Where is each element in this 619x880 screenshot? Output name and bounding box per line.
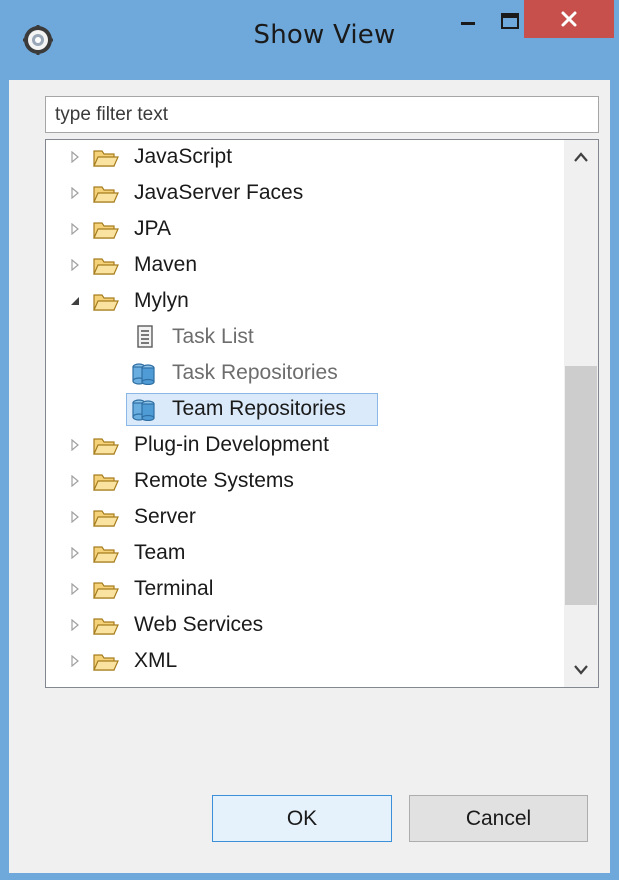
expand-arrow-icon[interactable]	[69, 619, 81, 631]
tree-item-label: Mylyn	[134, 289, 189, 312]
tree-item-mylyn[interactable]: Mylyn	[46, 284, 564, 318]
tree-item-label: Task Repositories	[172, 361, 338, 384]
tree-item-maven[interactable]: Maven	[46, 248, 564, 282]
folder-icon	[93, 654, 119, 671]
folder-icon	[93, 618, 119, 635]
tree-item-team[interactable]: Team	[46, 536, 564, 570]
tree-item-label: JavaScript	[134, 145, 233, 168]
tree-item-team-repositories[interactable]: Team Repositories	[46, 392, 564, 426]
task-list-icon	[137, 325, 153, 348]
dialog-content: JavaScript JavaServer Faces JPA Maven	[9, 80, 610, 873]
repository-icon	[132, 399, 155, 421]
tree-item-label: Web Services	[134, 613, 264, 636]
tree-item-label: Terminal	[134, 577, 214, 600]
folder-icon	[93, 510, 119, 527]
close-icon	[561, 11, 577, 27]
tree-item-label: Task List	[172, 325, 254, 348]
expand-arrow-icon[interactable]	[69, 223, 81, 235]
expand-arrow-icon[interactable]	[69, 547, 81, 559]
title-bar[interactable]: Show View	[0, 0, 619, 80]
expand-arrow-icon[interactable]	[69, 511, 81, 523]
show-view-dialog: Show View JavaScript	[0, 0, 619, 880]
ok-button[interactable]: OK	[212, 795, 392, 842]
chevron-up-icon	[574, 152, 588, 162]
tree-item-terminal[interactable]: Terminal	[46, 572, 564, 606]
tree-item-task-repositories[interactable]: Task Repositories	[46, 356, 564, 390]
minimize-icon	[461, 22, 475, 25]
folder-icon	[93, 546, 119, 563]
tree-item-label: Plug-in Development	[134, 433, 329, 456]
tree-item-label: XML	[134, 649, 178, 672]
tree-item-javascript[interactable]: JavaScript	[46, 140, 564, 174]
tree-item-label: JPA	[134, 217, 171, 240]
tree-item-server[interactable]: Server	[46, 500, 564, 534]
expand-arrow-icon[interactable]	[69, 151, 81, 163]
expand-arrow-icon[interactable]	[69, 475, 81, 487]
folder-icon	[93, 258, 119, 275]
tree-items: JavaScript JavaServer Faces JPA Maven My…	[46, 140, 564, 687]
filter-input[interactable]	[45, 96, 599, 133]
expand-arrow-icon[interactable]	[69, 259, 81, 271]
tree-item-web-services[interactable]: Web Services	[46, 608, 564, 642]
tree-item-xml[interactable]: XML	[46, 644, 564, 678]
scroll-up-button[interactable]	[564, 140, 598, 174]
repository-icon	[132, 363, 155, 385]
close-button[interactable]	[524, 0, 614, 38]
folder-icon	[93, 150, 119, 167]
tree-item-label: JavaServer Faces	[134, 181, 304, 204]
tree-item-jpa[interactable]: JPA	[46, 212, 564, 246]
folder-icon	[93, 582, 119, 599]
tree-item-task-list[interactable]: Task List	[46, 320, 564, 354]
expand-arrow-icon[interactable]	[69, 583, 81, 595]
tree-item-label: Server	[134, 505, 196, 528]
tree-item-label: Maven	[134, 253, 198, 276]
scroll-thumb[interactable]	[565, 365, 597, 606]
view-tree[interactable]: JavaScript JavaServer Faces JPA Maven My…	[45, 139, 599, 688]
minimize-button[interactable]	[448, 4, 488, 40]
collapse-arrow-icon[interactable]	[69, 295, 81, 307]
scroll-down-button[interactable]	[564, 653, 598, 687]
tree-item-label: Remote Systems	[134, 469, 294, 492]
open-folder-icon	[93, 294, 119, 311]
cancel-button[interactable]: Cancel	[409, 795, 588, 842]
chevron-down-icon	[574, 665, 588, 675]
tree-item-plug-in-development[interactable]: Plug-in Development	[46, 428, 564, 462]
expand-arrow-icon[interactable]	[69, 655, 81, 667]
folder-icon	[93, 186, 119, 203]
tree-item-label: Team Repositories	[172, 397, 346, 420]
folder-icon	[93, 474, 119, 491]
folder-icon	[93, 222, 119, 239]
tree-item-javaserver-faces[interactable]: JavaServer Faces	[46, 176, 564, 210]
folder-icon	[93, 438, 119, 455]
tree-item-label: Team	[134, 541, 186, 564]
maximize-icon	[501, 13, 519, 29]
expand-arrow-icon[interactable]	[69, 439, 81, 451]
tree-item-remote-systems[interactable]: Remote Systems	[46, 464, 564, 498]
vertical-scrollbar[interactable]	[564, 140, 598, 687]
expand-arrow-icon[interactable]	[69, 187, 81, 199]
